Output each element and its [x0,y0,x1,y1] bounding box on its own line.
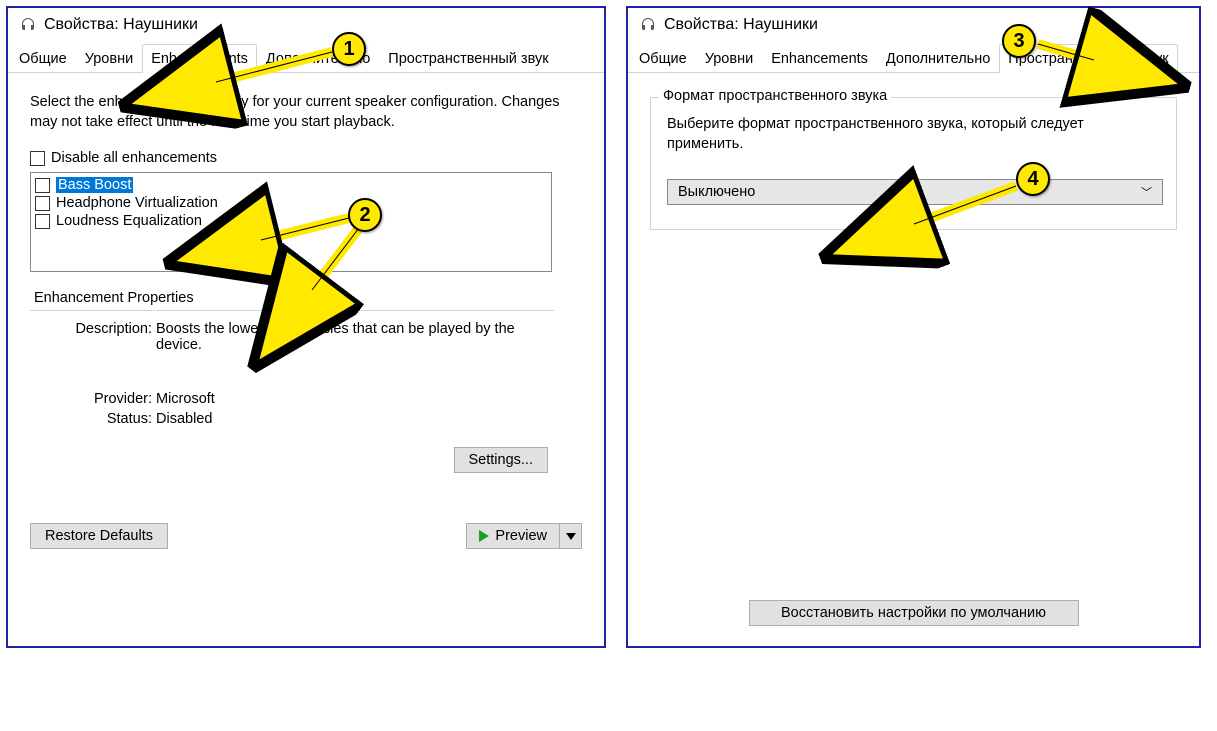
tab-general[interactable]: Общие [10,44,76,73]
tab-levels[interactable]: Уровни [696,44,763,73]
restore-defaults-button[interactable]: Restore Defaults [30,523,168,549]
checkbox-icon[interactable] [30,151,45,166]
disable-all-row[interactable]: Disable all enhancements [30,150,582,166]
checkbox-icon[interactable] [35,196,50,211]
callout-badge-4: 4 [1016,162,1050,196]
preview-dropdown-button[interactable] [560,523,582,549]
spatial-format-combo[interactable]: Выключено ﹀ [667,179,1163,205]
tab-general[interactable]: Общие [630,44,696,73]
list-item[interactable]: Headphone Virtualization [35,195,551,211]
window-title: Свойства: Наушники [44,16,198,34]
tab-strip: Общие Уровни Enhancements Дополнительно … [8,44,604,73]
titlebar: Свойства: Наушники [628,8,1199,44]
callout-badge-2: 2 [348,198,382,232]
preview-label: Preview [495,528,547,544]
disable-all-label: Disable all enhancements [51,150,217,166]
preview-button-group: Preview [466,523,582,549]
preview-button[interactable]: Preview [466,523,560,549]
enhancements-list: Bass Boost Headphone Virtualization Loud… [30,172,552,272]
spatial-format-group: Формат пространственного звука Выберите … [650,97,1177,230]
tab-enhancements[interactable]: Enhancements [142,44,257,73]
headphones-icon [640,17,656,33]
desc-value: Boosts the lowest frequencies that can b… [156,321,548,353]
window-title: Свойства: Наушники [664,16,818,34]
combo-value: Выключено [678,184,755,200]
group-text: Выберите формат пространственного звука,… [667,114,1160,155]
item-label: Headphone Virtualization [56,195,218,211]
tab-enhancements[interactable]: Enhancements [762,44,877,73]
instruction-text: Select the enhancements to apply for you… [30,93,582,132]
item-label: Loudness Equalization [56,213,202,229]
chevron-down-icon [566,533,576,540]
callout-badge-1: 1 [332,32,366,66]
props-title: Enhancement Properties [30,290,582,306]
list-item[interactable]: Loudness Equalization [35,213,551,229]
tab-spatial[interactable]: Пространственный звук [379,44,557,73]
properties-window-right: Свойства: Наушники Общие Уровни Enhancem… [626,6,1201,648]
settings-button[interactable]: Settings... [454,447,548,473]
restore-defaults-button[interactable]: Восстановить настройки по умолчанию [749,600,1079,626]
tab-strip: Общие Уровни Enhancements Дополнительно … [628,44,1199,73]
tab-content: Формат пространственного звука Выберите … [628,73,1199,646]
chevron-down-icon: ﹀ [1141,184,1152,200]
tab-content: Select the enhancements to apply for you… [8,73,604,569]
status-label: Status: [36,411,156,427]
enhancement-properties: Description: Boosts the lowest frequenci… [30,310,554,483]
desc-label: Description: [36,321,156,353]
checkbox-icon[interactable] [35,178,50,193]
status-value: Disabled [156,411,548,427]
callout-badge-3: 3 [1002,24,1036,58]
checkbox-icon[interactable] [35,214,50,229]
tab-advanced[interactable]: Дополнительно [877,44,999,73]
properties-window-left: Свойства: Наушники Общие Уровни Enhancem… [6,6,606,648]
list-item[interactable]: Bass Boost [35,177,551,193]
play-icon [479,530,489,542]
item-label: Bass Boost [56,177,133,193]
titlebar: Свойства: Наушники [8,8,604,44]
headphones-icon [20,17,36,33]
provider-label: Provider: [36,391,156,407]
provider-value: Microsoft [156,391,548,407]
group-title: Формат пространственного звука [659,88,891,104]
tab-levels[interactable]: Уровни [76,44,143,73]
